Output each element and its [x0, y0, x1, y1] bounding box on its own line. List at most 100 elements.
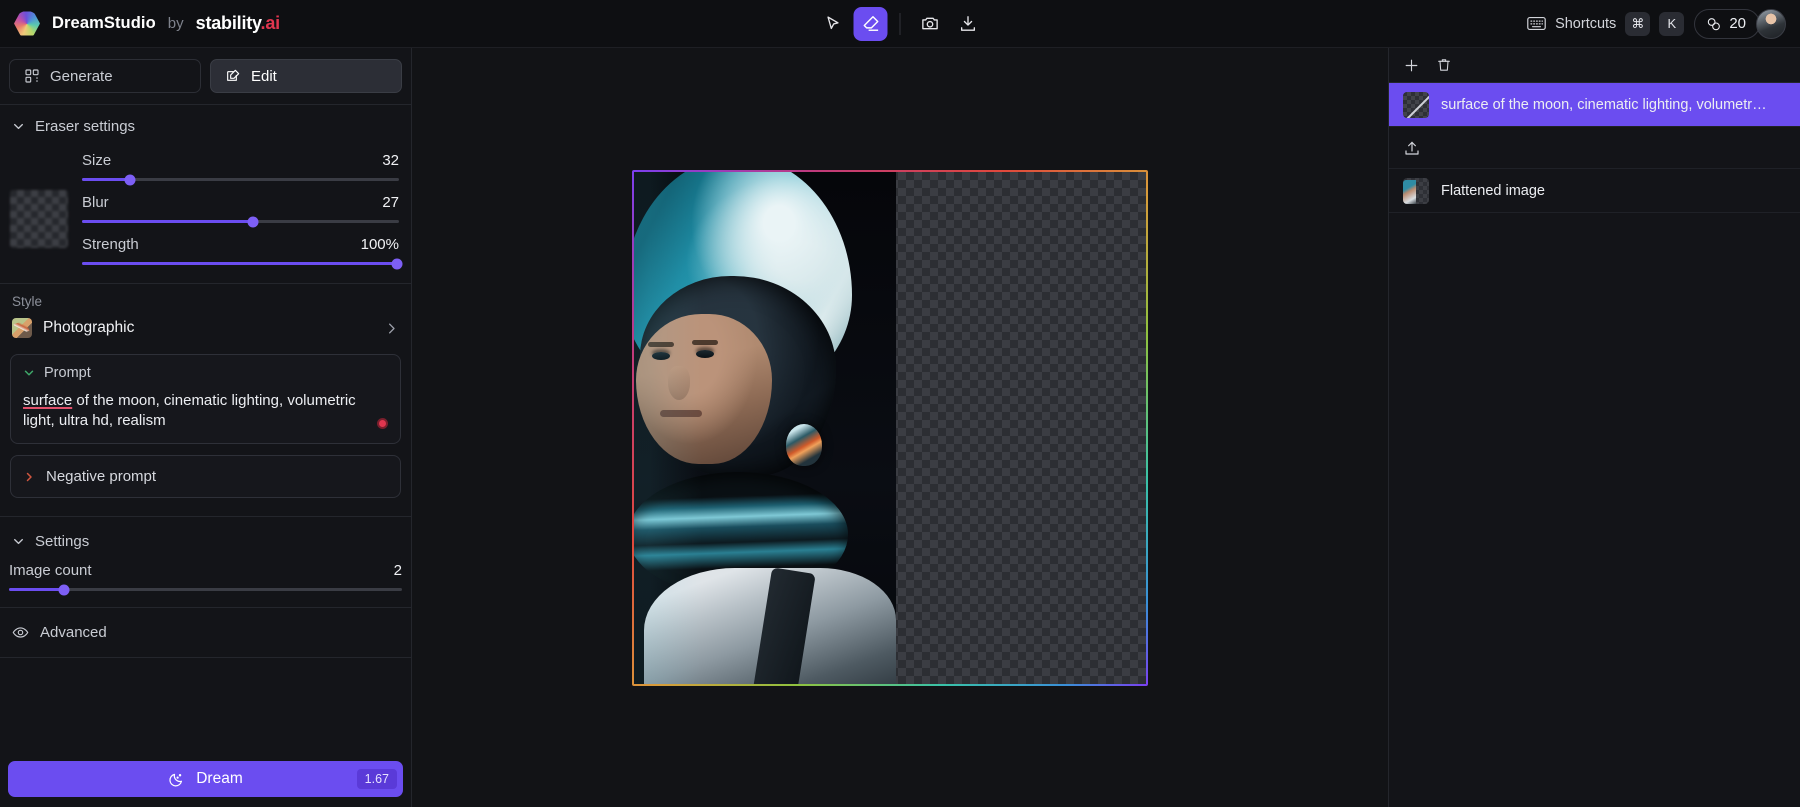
mode-tabs: Generate Edit — [0, 48, 411, 104]
brand-name: DreamStudio — [52, 14, 156, 33]
negative-prompt-box[interactable]: Negative prompt — [10, 455, 401, 498]
plus-icon — [1403, 57, 1420, 74]
helmet-mic — [786, 424, 822, 466]
credits-badge[interactable]: 20 — [1694, 9, 1760, 39]
tab-edit[interactable]: Edit — [210, 59, 402, 93]
eye-icon — [12, 624, 29, 641]
canvas-toolbar — [816, 7, 985, 41]
tab-generate[interactable]: Generate — [9, 59, 201, 93]
layer-toolbar — [1389, 48, 1800, 82]
slider-blur-label: Blur — [82, 194, 109, 211]
astronaut-image — [634, 172, 896, 684]
layer-row-flattened[interactable]: Flattened image — [1389, 169, 1800, 213]
top-bar: DreamStudio by stability.ai Shortcuts — [0, 0, 1800, 48]
slider-size-label: Size — [82, 152, 111, 169]
slider-size: Size 32 — [82, 152, 399, 181]
tab-generate-label: Generate — [50, 68, 113, 85]
slider-blur: Blur 27 — [82, 194, 399, 223]
image-count-track[interactable] — [9, 588, 402, 591]
dream-cost-badge: 1.67 — [357, 769, 397, 789]
dreamstudio-app: DreamStudio by stability.ai Shortcuts — [0, 0, 1800, 807]
cursor-tool-button[interactable] — [816, 7, 850, 41]
style-selector[interactable]: Photographic — [12, 318, 399, 338]
top-bar-right: Shortcuts ⌘ K 20 — [1527, 9, 1800, 39]
image-count-value: 2 — [394, 562, 402, 579]
slider-size-track[interactable] — [82, 178, 399, 181]
chevron-down-icon — [12, 120, 25, 133]
layers-panel: surface of the moon, cinematic lighting,… — [1388, 48, 1800, 807]
slider-blur-value: 27 — [382, 194, 399, 211]
prompt-misspelled-word: surface — [23, 392, 72, 409]
divider — [0, 657, 411, 658]
tab-edit-label: Edit — [251, 68, 277, 85]
brand[interactable]: DreamStudio by stability.ai — [0, 11, 280, 37]
image-count-section: Image count 2 — [0, 562, 411, 597]
chevron-right-icon — [23, 471, 35, 483]
slider-strength: Strength 100% — [82, 236, 399, 265]
camera-tool-button[interactable] — [913, 7, 947, 41]
prompt-rest: of the moon, cinematic lighting, volumet… — [23, 392, 356, 429]
canvas-area[interactable] — [412, 48, 1388, 807]
shortcuts-label: Shortcuts — [1555, 16, 1616, 32]
shortcuts-button[interactable]: Shortcuts ⌘ K — [1527, 12, 1684, 36]
add-layer-button[interactable] — [1403, 57, 1420, 74]
shortcut-key-k[interactable]: K — [1659, 12, 1684, 36]
trash-icon — [1436, 57, 1452, 73]
slider-blur-track[interactable] — [82, 220, 399, 223]
astronaut-face — [636, 314, 772, 464]
dreamstudio-logo-icon — [14, 11, 40, 37]
prompt-input[interactable]: surface of the moon, cinematic lighting,… — [23, 391, 367, 431]
chevron-down-icon — [23, 367, 35, 379]
image-count-label: Image count — [9, 562, 92, 579]
artboard-selection[interactable] — [632, 170, 1148, 686]
slider-strength-label: Strength — [82, 236, 139, 253]
advanced-toggle[interactable]: Advanced — [0, 608, 411, 657]
credits-value: 20 — [1729, 15, 1746, 32]
chevron-down-icon — [12, 535, 25, 548]
advanced-label: Advanced — [40, 624, 107, 641]
dream-button[interactable]: Dream 1.67 — [8, 761, 403, 797]
style-value: Photographic — [43, 319, 373, 337]
eraser-brush-preview — [10, 190, 68, 248]
prompt-label: Prompt — [44, 365, 91, 381]
layer-name: surface of the moon, cinematic lighting,… — [1441, 97, 1786, 113]
record-indicator-icon[interactable] — [377, 418, 388, 429]
app-body: Generate Edit Eraser settings Size — [0, 48, 1800, 807]
prompt-box[interactable]: Prompt surface of the moon, cinematic li… — [10, 354, 401, 444]
moon-stars-icon — [168, 771, 185, 788]
eraser-sliders: Size 32 Blur 27 — [82, 152, 399, 269]
layer-name: Flattened image — [1441, 183, 1786, 199]
delete-layer-button[interactable] — [1436, 57, 1452, 73]
shortcut-key-cmd[interactable]: ⌘ — [1625, 12, 1650, 36]
layer-row-prompt[interactable]: surface of the moon, cinematic lighting,… — [1389, 83, 1800, 127]
dream-section: Dream 1.67 — [0, 753, 411, 807]
negative-prompt-label: Negative prompt — [46, 468, 156, 485]
prompt-text-row: surface of the moon, cinematic lighting,… — [23, 391, 388, 431]
eraser-tool-button[interactable] — [854, 7, 888, 41]
layer-thumbnail — [1403, 178, 1429, 204]
chevron-right-icon — [384, 321, 399, 336]
brand-company: stability.ai — [196, 13, 280, 34]
settings-header[interactable]: Settings — [0, 517, 411, 562]
prompt-header[interactable]: Prompt — [23, 365, 388, 381]
slider-size-value: 32 — [382, 152, 399, 169]
upload-icon — [1403, 139, 1421, 157]
eraser-settings-body: Size 32 Blur 27 — [0, 148, 411, 283]
avatar[interactable] — [1756, 9, 1786, 39]
toolbar-divider — [900, 13, 901, 35]
brand-by: by — [168, 15, 184, 32]
settings-label: Settings — [35, 533, 89, 550]
dream-label: Dream — [196, 770, 243, 788]
style-section: Style Photographic — [0, 284, 411, 350]
style-thumbnail-icon — [12, 318, 32, 338]
download-tool-button[interactable] — [951, 7, 985, 41]
slider-strength-track[interactable] — [82, 262, 399, 265]
left-panel: Generate Edit Eraser settings Size — [0, 48, 412, 807]
style-label: Style — [12, 294, 399, 309]
eraser-settings-label: Eraser settings — [35, 118, 135, 135]
upload-layer-button[interactable] — [1389, 127, 1800, 169]
slider-strength-value: 100% — [361, 236, 399, 253]
artboard[interactable] — [634, 172, 1146, 684]
layer-thumbnail — [1403, 92, 1429, 118]
eraser-settings-header[interactable]: Eraser settings — [0, 105, 411, 148]
